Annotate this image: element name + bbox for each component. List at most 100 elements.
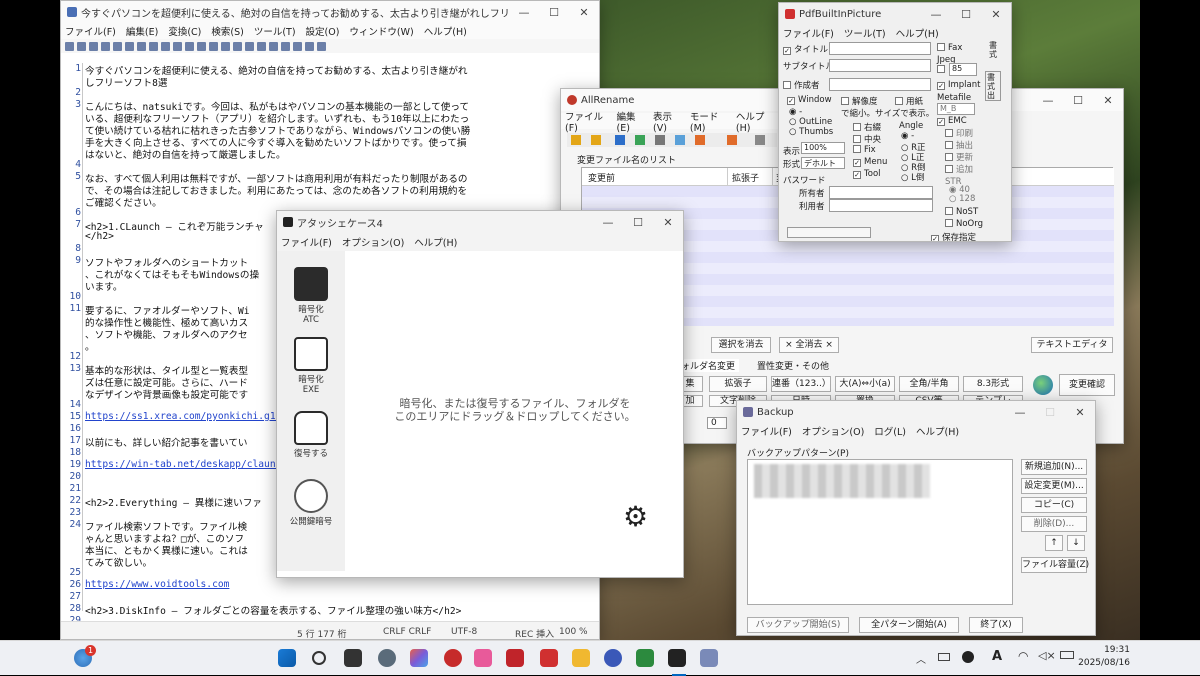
menu-item[interactable]: 編集(E) xyxy=(617,109,643,134)
toolbar-button-icon[interactable] xyxy=(149,41,158,51)
menu-item[interactable]: ヘルプ(H) xyxy=(424,24,467,38)
backup-taskbar-icon[interactable] xyxy=(700,649,718,667)
menu-item[interactable]: ウィンドウ(W) xyxy=(349,24,413,38)
ime-icon[interactable]: A xyxy=(992,649,1002,664)
file-size-button[interactable]: ファイル容量(Z) xyxy=(1021,557,1089,573)
tool-checkbox[interactable]: ✓ Tool xyxy=(853,169,881,179)
case-toggle-button[interactable]: 大(A)⇔小(a) xyxy=(835,376,895,392)
menu-item[interactable]: ヘルプ(H) xyxy=(736,109,771,134)
pdf-builtin-picture-window[interactable]: PdfBuiltInPicture — ☐ ✕ ファイル(F) ツール(T) ヘルプ… xyxy=(778,2,1012,242)
menu-item[interactable]: ヘルプ(H) xyxy=(916,424,959,438)
open-icon[interactable] xyxy=(591,135,601,145)
extract-checkbox[interactable]: 抽出 xyxy=(945,139,973,151)
attache-titlebar[interactable]: アタッシェケース4 — ☐ ✕ xyxy=(277,211,683,233)
str-128-radio[interactable]: ○ 128 xyxy=(949,194,975,204)
title-checkbox[interactable]: ✓ タイトル xyxy=(783,43,828,55)
text-editor-button[interactable]: テキストエディタ xyxy=(1031,337,1113,353)
editor-taskbar-icon[interactable] xyxy=(636,649,654,667)
menu-item[interactable]: ファイル(F) xyxy=(65,24,116,38)
toolbar-button-icon[interactable] xyxy=(101,41,110,51)
subtitle-input[interactable] xyxy=(829,59,931,72)
toolbar-button-icon[interactable] xyxy=(161,41,170,51)
menu-item[interactable]: ツール(T) xyxy=(254,24,296,38)
toolbar-button-icon[interactable] xyxy=(125,41,134,51)
public-key-button[interactable]: 公開鍵暗号 xyxy=(277,479,345,527)
toolbar-button-icon[interactable] xyxy=(209,41,218,51)
maximize-icon[interactable]: ☐ xyxy=(951,8,981,21)
angle-radio-4[interactable]: ○ L倒 xyxy=(901,171,924,183)
toolbar-button-icon[interactable] xyxy=(233,41,242,51)
window-checkbox[interactable]: ✓ Window xyxy=(787,95,832,105)
refresh-icon[interactable] xyxy=(1033,375,1053,395)
close-icon[interactable]: ✕ xyxy=(1065,406,1095,419)
side-tab-2[interactable]: 書式出 xyxy=(985,71,1001,101)
minimize-icon[interactable]: — xyxy=(1005,406,1035,419)
minimize-icon[interactable]: — xyxy=(593,216,623,229)
metafile-select[interactable]: M_B xyxy=(937,103,975,115)
menu-item[interactable]: 表示(V) xyxy=(653,109,680,134)
text-line[interactable]: https://win-tab.net/deskapp/claunc xyxy=(85,459,281,470)
menu-item[interactable]: ファイル(F) xyxy=(281,235,332,249)
maximize-icon[interactable]: ☐ xyxy=(1063,94,1093,107)
right-bind-checkbox[interactable]: 右綴 xyxy=(853,121,881,133)
toolbar-button-icon[interactable] xyxy=(89,41,98,51)
small-input-2[interactable]: 0 xyxy=(707,417,727,429)
confirm-change-button[interactable]: 変更確認 xyxy=(1059,374,1115,396)
menu-item[interactable]: オプション(O) xyxy=(802,424,864,438)
fax-checkbox[interactable]: Fax xyxy=(937,43,962,53)
short-name-button[interactable]: 8.3形式 xyxy=(963,376,1023,392)
tray-app-icon[interactable] xyxy=(962,651,974,663)
owner-password-input[interactable] xyxy=(829,186,933,199)
editor-titlebar[interactable]: 今すぐパソコンを超便利に使える、絶対の自信を持ってお勧めする、太古より引き継がれ… xyxy=(61,1,599,23)
menu-item[interactable]: 設定(O) xyxy=(306,24,340,38)
backup-titlebar[interactable]: Backup — ☐ ✕ xyxy=(737,401,1095,423)
author-input[interactable] xyxy=(829,78,931,91)
emc-checkbox[interactable]: ✓ EMC xyxy=(937,116,967,126)
minimize-icon[interactable]: — xyxy=(1033,94,1063,107)
menu-item[interactable]: 編集(E) xyxy=(126,24,158,38)
toolbar-button-icon[interactable] xyxy=(113,41,122,51)
menu-item[interactable]: ログ(L) xyxy=(874,424,906,438)
copilot-icon[interactable] xyxy=(410,649,428,667)
clock-date[interactable]: 2025/08/16 xyxy=(1076,658,1130,668)
file-explorer-icon[interactable] xyxy=(572,649,590,667)
noorg-checkbox[interactable]: NoOrg xyxy=(945,219,983,229)
allrename-taskbar-icon[interactable] xyxy=(604,649,622,667)
keep-settings-checkbox[interactable]: ✓ 保存指定 xyxy=(931,231,976,241)
maximize-icon[interactable]: ☐ xyxy=(1035,406,1065,419)
gear-icon[interactable]: ⚙ xyxy=(623,503,648,531)
maximize-icon[interactable]: ☐ xyxy=(539,6,569,19)
toolbar-button-icon[interactable] xyxy=(305,41,314,51)
volume-icon[interactable]: ◁× xyxy=(1038,649,1056,662)
close-icon[interactable]: ✕ xyxy=(569,6,599,19)
pdf-tool-icon[interactable] xyxy=(540,649,558,667)
wifi-icon[interactable]: ◠ xyxy=(1018,649,1028,663)
toolbar-button-icon[interactable] xyxy=(257,41,266,51)
extension-button[interactable]: 拡張子 xyxy=(709,376,767,392)
decrypt-button[interactable]: 復号する xyxy=(277,411,345,459)
menu-item[interactable]: ファイル(F) xyxy=(741,424,792,438)
menu-item[interactable]: ヘルプ(H) xyxy=(896,26,939,40)
up-icon[interactable] xyxy=(695,135,705,145)
menu-item[interactable]: ツール(T) xyxy=(844,26,886,40)
maximize-icon[interactable]: ☐ xyxy=(623,216,653,229)
pdf-titlebar[interactable]: PdfBuiltInPicture — ☐ ✕ xyxy=(779,3,1011,25)
toolbar-button-icon[interactable] xyxy=(269,41,278,51)
title-input[interactable] xyxy=(829,42,931,55)
close-icon[interactable]: ✕ xyxy=(981,8,1011,21)
resolution-checkbox[interactable]: 解像度 xyxy=(841,95,878,107)
menu-item[interactable]: ヘルプ(H) xyxy=(414,235,457,249)
encrypt-exe-button[interactable]: 暗号化 EXE xyxy=(277,337,345,395)
side-tab-1[interactable]: 書式 xyxy=(989,41,1001,59)
cut-icon[interactable] xyxy=(655,135,665,145)
fix-checkbox[interactable]: Fix xyxy=(853,145,876,155)
exit-button[interactable]: 終了(X) xyxy=(969,617,1023,633)
close-icon[interactable]: ✕ xyxy=(653,216,683,229)
minimize-icon[interactable]: — xyxy=(509,6,539,19)
radio-dash[interactable]: ◉ - xyxy=(789,107,802,117)
start-backup-button[interactable]: バックアップ開始(S) xyxy=(747,617,849,633)
tab-folder-rename[interactable]: ォルダ名変更 xyxy=(677,359,740,372)
minimize-icon[interactable]: — xyxy=(921,8,951,21)
clear-selection-button[interactable]: 選択を消去 xyxy=(711,337,771,353)
nost-checkbox[interactable]: NoST xyxy=(945,207,978,217)
